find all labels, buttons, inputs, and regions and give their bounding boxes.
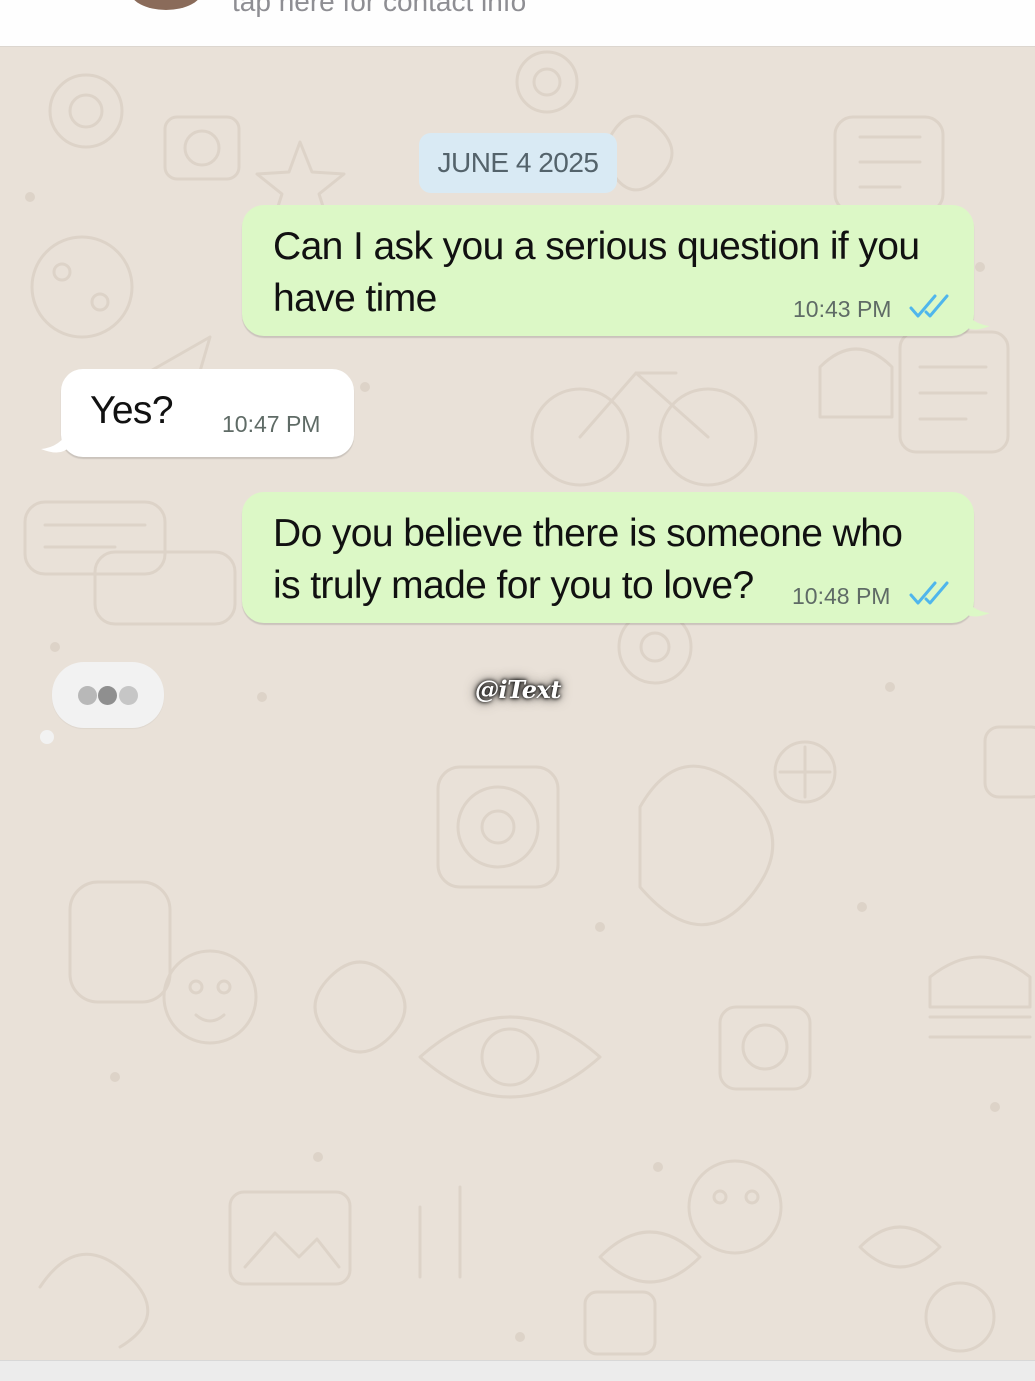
typing-indicator-tail [40,730,54,744]
message-bubble-incoming[interactable]: Yes? 10:47 PM [41,369,354,457]
watermark: @iText [475,675,561,704]
contact-avatar[interactable] [130,0,202,10]
message-text-line: Can I ask you a serious question if you [273,225,920,268]
message-text-line: Do you believe there is someone who [273,512,903,555]
bubble-tail [41,429,69,453]
input-bar-edge [0,1360,1035,1381]
typing-dot [98,686,117,705]
double-check-icon [909,294,949,318]
message-text-line: have time [273,277,437,320]
chat-header[interactable]: tap here for contact info [0,0,1035,47]
date-separator: JUNE 4 2025 [419,133,617,193]
message-timestamp: 10:48 PM [792,583,891,609]
message-list[interactable]: JUNE 4 2025 Can I ask you a serious ques… [0,47,1035,1360]
message-timestamp: 10:47 PM [222,411,321,437]
message-timestamp: 10:43 PM [793,296,892,322]
message-bubble-outgoing[interactable]: Can I ask you a serious question if you … [242,205,990,336]
contact-info-subtitle[interactable]: tap here for contact info [232,0,526,18]
typing-dot [78,686,97,705]
message-text-line: Yes? [90,389,174,432]
double-check-icon [909,581,949,605]
message-text-line: is truly made for you to love? [273,564,754,607]
bubble-tail [962,306,990,330]
message-bubble-outgoing[interactable]: Do you believe there is someone who is t… [242,492,990,623]
typing-indicator [52,662,164,728]
typing-dot [119,686,138,705]
bubble-tail [962,593,990,617]
